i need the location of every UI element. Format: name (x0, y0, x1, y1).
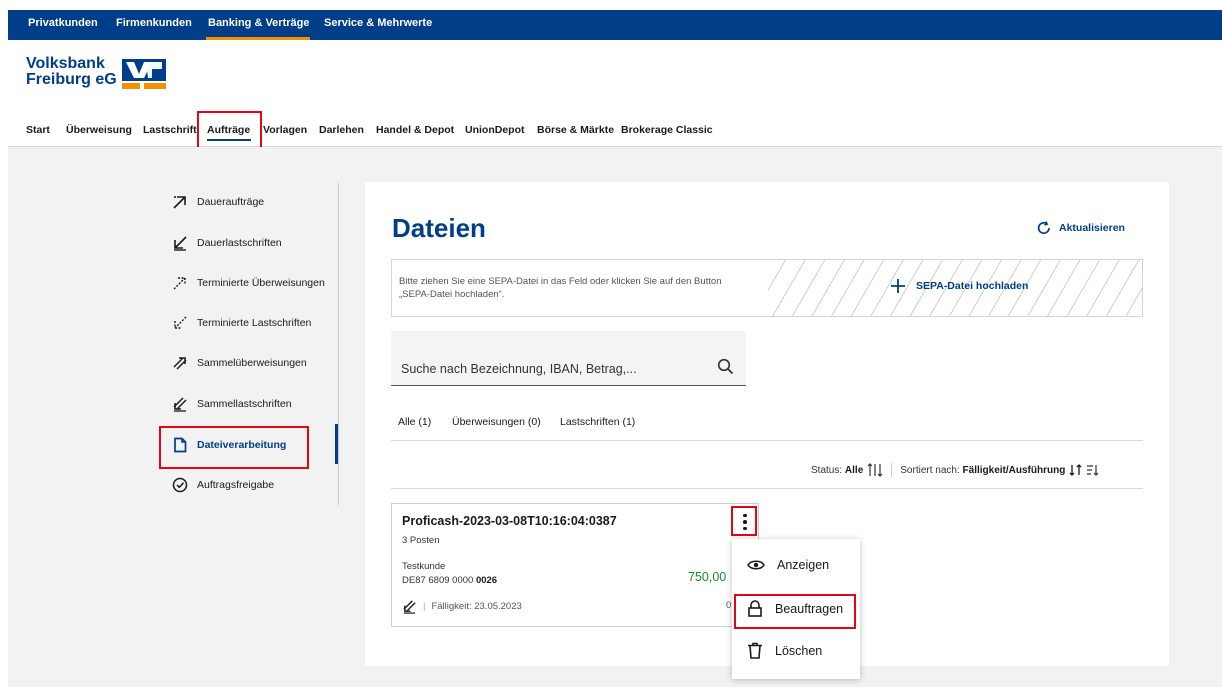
page-title: Dateien (392, 213, 486, 243)
plus-icon (891, 279, 905, 293)
menu-item-anzeigen[interactable]: Anzeigen (747, 558, 829, 572)
topnav-active-indicator (206, 37, 310, 40)
dotted-arrow-up-right-icon (173, 277, 186, 290)
refresh-button[interactable]: Aktualisieren (1036, 220, 1125, 236)
due-separator: | (423, 601, 426, 612)
search-input[interactable]: Suche nach Bezeichnung, IBAN, Betrag,... (391, 331, 746, 386)
menu-item-loeschen[interactable]: Löschen (747, 642, 822, 659)
multi-arrow-up-right-icon (173, 357, 187, 370)
sidebar-item-terminierte-ueberweisungen[interactable]: Terminierte Überweisungen (172, 273, 325, 293)
file-posten-count: 3 Posten (402, 535, 440, 546)
refresh-icon (1037, 221, 1050, 234)
subnav-lastschrift[interactable]: Lastschrift (143, 124, 197, 136)
refresh-label: Aktualisieren (1059, 222, 1125, 234)
file-count-cut: 0 (726, 600, 732, 611)
menu-item-label: Löschen (775, 643, 823, 658)
sidebar-item-label: Sammellastschriften (197, 398, 292, 410)
highlight-dateiverarbeitung (159, 426, 309, 469)
status-label: Status: (811, 464, 843, 476)
highlight-beauftragen (734, 594, 856, 629)
sidebar-item-label: Auftragsfreigabe (197, 479, 275, 491)
highlight-auftraege (197, 111, 262, 152)
file-name: Proficash-2023-03-08T10:16:04:0387 (402, 514, 617, 528)
menu-item-label: Anzeigen (777, 558, 830, 572)
logo-line-1: Volksbank (26, 55, 105, 72)
upload-sepa-button[interactable]: SEPA-Datei hochladen (890, 278, 1028, 294)
dotted-arrow-down-left-icon (174, 316, 187, 329)
sidebar-item-dauerlastschriften[interactable]: Dauerlastschriften (172, 233, 282, 253)
filter-icon[interactable] (867, 463, 883, 477)
account-iban: DE87 6809 0000 0026 (402, 575, 497, 586)
subnav-uniondepot[interactable]: UnionDepot (465, 124, 525, 136)
sidebar-item-label: Dauerlastschriften (197, 237, 282, 249)
subnav-start[interactable]: Start (26, 124, 50, 136)
highlight-more-options (731, 506, 757, 536)
sort-value[interactable]: Fälligkeit/Ausführung (963, 465, 1066, 476)
arrow-down-left-icon (174, 236, 187, 251)
sort-options-icon[interactable] (1086, 464, 1100, 476)
sort-label: Sortiert nach: (900, 464, 960, 476)
sidebar-item-label: Daueraufträge (197, 196, 265, 208)
sidebar-item-label: Terminierte Lastschriften (197, 317, 312, 329)
topnav-privatkunden[interactable]: Privatkunden (28, 17, 98, 29)
due-row: | Fälligkeit: 23.05.2023 (402, 599, 522, 614)
sort-separator (891, 463, 893, 477)
file-card[interactable]: Proficash-2023-03-08T10:16:04:0387 3 Pos… (391, 503, 759, 627)
tab-ueberweisungen[interactable]: Überweisungen (0) (452, 416, 541, 428)
volksbank-logo-icon[interactable] (122, 59, 166, 89)
tab-alle[interactable]: Alle (1) (398, 416, 431, 428)
multi-arrow-down-left-icon (173, 397, 187, 412)
subnav-vorlagen[interactable]: Vorlagen (263, 124, 307, 136)
subnav-handel-depot[interactable]: Handel & Depot (376, 124, 454, 136)
topnav-banking-vertraege[interactable]: Banking & Verträge (208, 17, 309, 29)
due-date: Fälligkeit: 23.05.2023 (431, 601, 522, 612)
sidebar-item-label: Sammelüberweisungen (197, 357, 307, 369)
check-circle-icon (172, 477, 188, 493)
filter-sort-bar: Status: Alle Sortiert nach: Fälligkeit/A… (811, 463, 1100, 477)
iban-prefix: DE87 6809 0000 (402, 575, 474, 586)
topnav-service-mehrwerte[interactable]: Service & Mehrwerte (324, 17, 432, 29)
dropzone-hint: Bitte ziehen Sie eine SEPA-Datei in das … (399, 276, 722, 300)
file-amount: 750,00 (688, 570, 727, 584)
list-divider (391, 488, 1143, 489)
tab-lastschriften[interactable]: Lastschriften (1) (560, 416, 635, 428)
logo-line-2: Freiburg eG (26, 71, 117, 88)
sidebar-item-terminierte-lastschriften[interactable]: Terminierte Lastschriften (172, 313, 311, 333)
trash-icon (748, 642, 762, 659)
search-placeholder: Suche nach Bezeichnung, IBAN, Betrag,... (401, 362, 637, 376)
tabs-divider (391, 440, 1143, 441)
top-navigation: Privatkunden Firmenkunden Banking & Vert… (8, 10, 1222, 40)
multi-arrow-down-left-icon (403, 600, 416, 614)
sidebar-active-indicator (335, 424, 338, 464)
eye-icon (747, 560, 765, 570)
sort-direction-icon[interactable] (1069, 464, 1083, 476)
search-icon[interactable] (717, 358, 734, 375)
sepa-dropzone[interactable]: Bitte ziehen Sie eine SEPA-Datei in das … (391, 259, 1143, 317)
sidebar-item-sammelueberweisungen[interactable]: Sammelüberweisungen (172, 353, 307, 373)
bank-logo-text[interactable]: Volksbank Freiburg eG (26, 56, 117, 88)
upload-label: SEPA-Datei hochladen (916, 280, 1029, 292)
arrow-up-right-icon (173, 196, 186, 209)
iban-suffix: 0026 (475, 575, 498, 586)
sidebar-divider (338, 183, 339, 505)
account-holder: Testkunde (402, 561, 446, 572)
sidebar-item-dauerauftraege[interactable]: Daueraufträge (172, 192, 264, 212)
subnav-brokerage-classic[interactable]: Brokerage Classic (621, 124, 713, 136)
subnav-boerse-maerkte[interactable]: Börse & Märkte (537, 124, 614, 136)
topnav-firmenkunden[interactable]: Firmenkunden (116, 17, 192, 29)
status-value[interactable]: Alle (845, 465, 863, 476)
sidebar-item-sammellastschriften[interactable]: Sammellastschriften (172, 394, 292, 414)
sidebar-item-auftragsfreigabe[interactable]: Auftragsfreigabe (172, 475, 274, 495)
subnav-ueberweisung[interactable]: Überweisung (66, 124, 132, 136)
sidebar-item-label: Terminierte Überweisungen (197, 277, 325, 289)
subnav-darlehen[interactable]: Darlehen (319, 124, 364, 136)
